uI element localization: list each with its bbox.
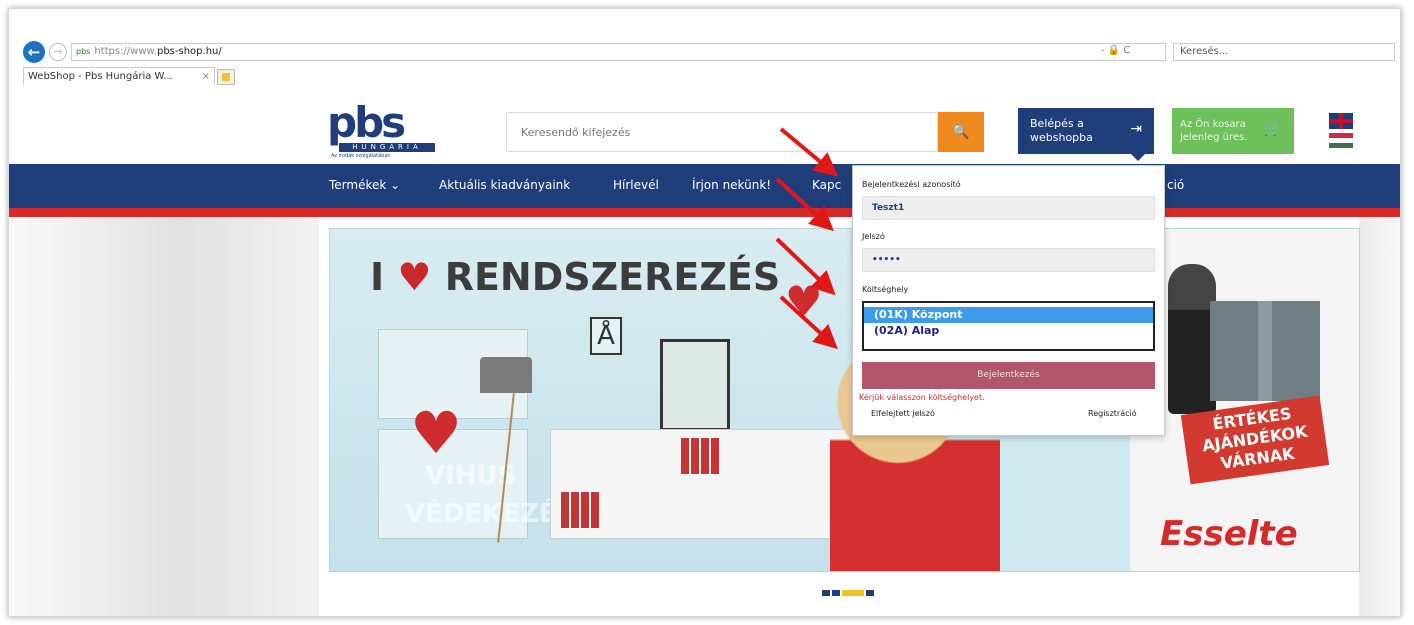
back-arrow-icon[interactable]: ←	[23, 41, 45, 63]
binder	[581, 492, 589, 528]
english-flag-icon[interactable]	[1329, 113, 1353, 129]
nav-item-newsletter[interactable]: Hírlevél	[613, 174, 659, 196]
cost-center-label: Költséghely	[862, 285, 909, 294]
browser-search-input[interactable]: Keresés...	[1173, 43, 1395, 61]
binder	[591, 492, 599, 528]
annotation-arrow	[775, 237, 836, 296]
pbs-logo[interactable]: pbs HUNGÁRIA Az irodák szolgálatában	[327, 98, 445, 159]
binder	[711, 438, 719, 474]
logo-tagline: Az irodák szolgálatában	[331, 153, 391, 159]
error-message: Kérjük válasszon költséghelyet.	[859, 393, 985, 402]
carousel-dot[interactable]	[822, 590, 830, 596]
nav-item-contact-us[interactable]: Írjon nekünk!	[692, 174, 771, 196]
cart-button[interactable]: Az Ön kosara jelenleg üres. 🛒	[1172, 108, 1294, 154]
url-domain: pbs-shop.hu/	[156, 46, 222, 57]
login-dropdown: Bejelentkezési azonosító Teszt1 Jelszó •…	[852, 165, 1165, 436]
binder	[701, 438, 709, 474]
annotation-arrows	[775, 127, 839, 350]
search-icon: 🔍	[952, 124, 970, 140]
url-prefix: https://www.	[94, 46, 157, 57]
annotation-arrow	[779, 127, 839, 177]
shelf-unit	[550, 429, 850, 539]
carousel-dot[interactable]	[832, 590, 840, 596]
banner-title: I ♥ RENDSZEREZÉS	[370, 255, 780, 299]
carousel-indicator	[822, 590, 876, 598]
carousel-dot-active[interactable]	[842, 590, 864, 596]
cart-icon: 🛒	[1263, 119, 1282, 137]
lamp-shade	[480, 357, 532, 393]
password-field[interactable]: •••••	[862, 248, 1155, 272]
logo-subtitle: HUNGÁRIA	[339, 143, 435, 152]
browser-tab[interactable]: WebShop - Pbs Hungária W... ×	[23, 67, 215, 85]
binder	[571, 492, 579, 528]
binder	[561, 492, 569, 528]
forgot-password-link[interactable]: Elfelejtett jelszó	[871, 409, 935, 418]
product-steamer	[1168, 264, 1216, 414]
cost-center-select[interactable]: (01K) Központ (02A) Alap	[862, 301, 1155, 351]
forward-arrow-icon[interactable]: →	[49, 43, 67, 61]
nav-item-publications[interactable]: Aktuális kiadványaink	[439, 174, 570, 196]
annotation-arrow	[779, 295, 838, 350]
login-caret	[1129, 152, 1147, 161]
nav-item-more[interactable]: ció	[1167, 174, 1184, 196]
heart-icon: ♥	[397, 255, 432, 299]
picture-frame	[660, 339, 730, 431]
background-decoration-right	[1359, 217, 1400, 616]
binder	[691, 438, 699, 474]
new-tab-icon[interactable]	[217, 69, 235, 85]
tab-title: WebShop - Pbs Hungária W...	[28, 71, 173, 82]
address-row: ← → pbs https://www.pbs-shop.hu/ - 🔒 C Ke…	[9, 41, 1400, 63]
login-submit-button[interactable]: Bejelentkezés	[862, 362, 1155, 389]
close-icon[interactable]: ×	[202, 68, 210, 86]
binder	[681, 438, 689, 474]
password-label: Jelszó	[862, 232, 885, 241]
banner-title-word: RENDSZEREZÉS	[444, 255, 781, 299]
login-button[interactable]: Belépés a webshopba ⇥	[1018, 108, 1154, 154]
banner-title-prefix: I	[370, 255, 385, 299]
annotation-arrow	[775, 177, 834, 232]
product-search-input[interactable]: Keresendő kifejezés	[506, 112, 938, 152]
nav-item-products[interactable]: Termékek ⌄	[329, 174, 400, 196]
register-link[interactable]: Regisztráció	[1088, 409, 1137, 418]
address-bar[interactable]: pbs https://www.pbs-shop.hu/	[71, 43, 1166, 61]
letter-sign: Å	[590, 317, 622, 355]
brand-logo: Esselte	[1160, 514, 1298, 554]
cost-center-option[interactable]: (02A) Alap	[864, 323, 1153, 339]
nav-accent-bar	[9, 208, 1400, 217]
logo-text: pbs	[327, 98, 406, 147]
heart-icon: ♥	[410, 399, 462, 467]
gift-box	[1210, 301, 1320, 401]
cost-center-option[interactable]: (01K) Központ	[864, 307, 1153, 323]
site-security-icon: pbs	[76, 47, 91, 56]
carousel-dot[interactable]	[866, 590, 874, 596]
background-decoration-left	[9, 217, 319, 616]
browser-window: ← → pbs https://www.pbs-shop.hu/ - 🔒 C Ke…	[8, 8, 1401, 617]
sign-in-icon: ⇥	[1130, 121, 1142, 137]
url-tools[interactable]: - 🔒 C	[1101, 45, 1130, 56]
username-label: Bejelentkezési azonosító	[862, 180, 961, 189]
hungarian-flag-icon[interactable]	[1329, 133, 1353, 148]
username-field[interactable]: Teszt1	[862, 196, 1155, 220]
search-button[interactable]: 🔍	[938, 112, 984, 152]
